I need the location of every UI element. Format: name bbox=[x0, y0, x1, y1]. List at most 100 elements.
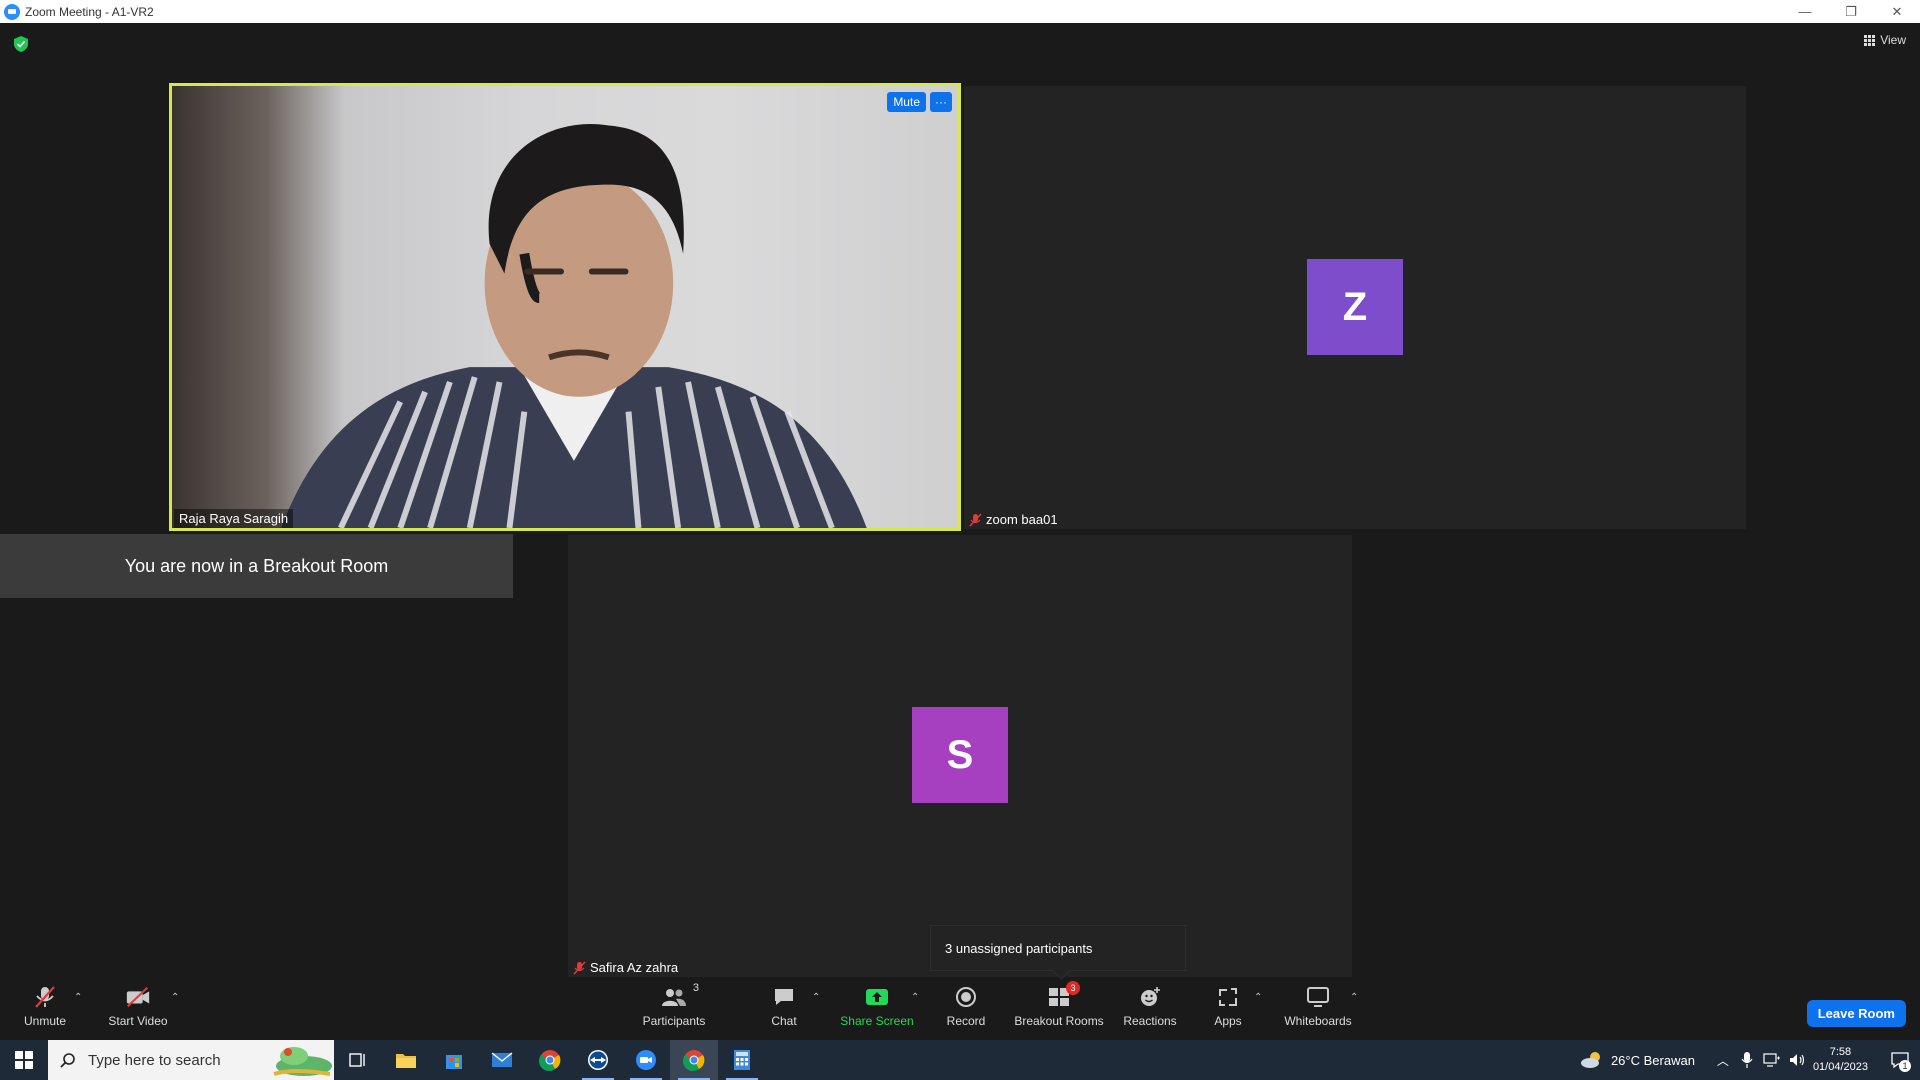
share-screen-button[interactable]: Share Screen bbox=[838, 984, 916, 1036]
more-options-button[interactable]: ··· bbox=[930, 92, 952, 112]
search-highlight-frog-icon bbox=[273, 1047, 332, 1076]
start-video-button[interactable]: Start Video bbox=[104, 984, 172, 1036]
windows-taskbar: Type here to search 26°C Berawan ︿ 7:58 … bbox=[0, 1040, 1920, 1080]
restore-button[interactable]: ❐ bbox=[1828, 0, 1874, 23]
unmute-label: Unmute bbox=[23, 1014, 67, 1028]
chrome-icon bbox=[539, 1050, 561, 1071]
breakout-room-banner: You are now in a Breakout Room bbox=[0, 534, 513, 598]
zoom-app[interactable] bbox=[622, 1040, 670, 1080]
whiteboards-button[interactable]: Whiteboards bbox=[1282, 984, 1354, 1036]
chrome-app-active[interactable] bbox=[670, 1040, 718, 1080]
video-tile-zoom-baa01[interactable]: Z zoom baa01 bbox=[964, 86, 1746, 529]
participants-icon: 3 bbox=[661, 982, 699, 1010]
weather-text[interactable]: 26°C Berawan bbox=[1611, 1053, 1695, 1068]
record-icon bbox=[953, 984, 979, 1010]
show-hidden-icons-chevron-icon[interactable]: ︿ bbox=[1717, 1052, 1729, 1069]
teamviewer-app[interactable] bbox=[574, 1040, 622, 1080]
audio-options-caret[interactable]: ⌃ bbox=[74, 992, 82, 1003]
apps-label: Apps bbox=[1214, 1014, 1242, 1028]
start-video-label: Start Video bbox=[108, 1014, 168, 1028]
store-bag-icon bbox=[446, 1055, 462, 1069]
video-options-caret[interactable]: ⌃ bbox=[171, 992, 179, 1003]
mail-app[interactable] bbox=[478, 1040, 526, 1080]
video-tile-safira[interactable]: S Safira Az zahra bbox=[568, 535, 1352, 977]
video-off-icon bbox=[125, 984, 151, 1010]
window-titlebar: Zoom Meeting - A1-VR2 — ❐ ✕ bbox=[0, 0, 1920, 23]
participants-label: Participants bbox=[642, 1014, 706, 1028]
file-explorer-app[interactable] bbox=[382, 1040, 430, 1080]
calculator-app[interactable] bbox=[718, 1040, 766, 1080]
reactions-label: Reactions bbox=[1123, 1014, 1177, 1028]
share-options-caret[interactable]: ⌃ bbox=[911, 992, 919, 1003]
chat-button[interactable]: Chat bbox=[764, 984, 804, 1036]
chat-options-caret[interactable]: ⌃ bbox=[812, 992, 820, 1003]
chrome-app[interactable] bbox=[526, 1040, 574, 1080]
participants-count: 3 bbox=[692, 982, 699, 994]
breakout-rooms-label: Breakout Rooms bbox=[1014, 1014, 1104, 1028]
taskbar-search[interactable]: Type here to search bbox=[48, 1040, 334, 1080]
weather-cloudy-icon[interactable] bbox=[1579, 1050, 1605, 1070]
taskbar-clock[interactable]: 7:58 01/04/2023 bbox=[1813, 1045, 1868, 1075]
chat-label: Chat bbox=[771, 1014, 797, 1028]
zoom-logo-icon bbox=[4, 3, 20, 20]
reactions-button[interactable]: Reactions bbox=[1120, 984, 1180, 1036]
mic-muted-icon bbox=[969, 512, 982, 527]
share-screen-icon bbox=[864, 984, 890, 1010]
apps-icon bbox=[1215, 984, 1241, 1010]
teamviewer-icon bbox=[588, 1050, 608, 1070]
folder-icon bbox=[396, 1054, 416, 1068]
window-controls: — ❐ ✕ bbox=[1782, 0, 1920, 23]
close-button[interactable]: ✕ bbox=[1874, 0, 1920, 23]
participant-name-raja: Raja Raya Saragih bbox=[174, 509, 294, 528]
volume-icon[interactable] bbox=[1789, 1052, 1807, 1068]
avatar-safira: S bbox=[912, 707, 1008, 803]
mic-muted-icon bbox=[32, 984, 58, 1010]
unassigned-participants-popover[interactable]: 3 unassigned participants bbox=[930, 925, 1186, 971]
network-icon[interactable] bbox=[1763, 1052, 1781, 1068]
participant-name-label: Raja Raya Saragih bbox=[179, 511, 289, 526]
participants-button[interactable]: 3 Participants bbox=[640, 982, 708, 1036]
whiteboards-label: Whiteboards bbox=[1284, 1014, 1352, 1028]
start-button[interactable] bbox=[0, 1040, 48, 1080]
whiteboards-options-caret[interactable]: ⌃ bbox=[1350, 992, 1358, 1003]
participant-name-label: Safira Az zahra bbox=[590, 960, 679, 975]
apps-button[interactable]: Apps bbox=[1208, 984, 1248, 1036]
mute-participant-button[interactable]: Mute bbox=[887, 92, 926, 112]
record-button[interactable]: Record bbox=[942, 984, 990, 1036]
task-view-button[interactable] bbox=[334, 1040, 382, 1080]
encryption-shield-icon[interactable] bbox=[14, 36, 28, 52]
unmute-button[interactable]: Unmute bbox=[18, 984, 72, 1036]
task-view-icon bbox=[349, 1053, 365, 1067]
minimize-button[interactable]: — bbox=[1782, 0, 1828, 23]
mic-muted-icon bbox=[573, 960, 586, 975]
meeting-area: View Mute ··· Raja Raya Saragih Z zoom b… bbox=[0, 23, 1920, 980]
clock-date: 01/04/2023 bbox=[1812, 1061, 1868, 1073]
action-center-button[interactable]: 1 bbox=[1880, 1040, 1920, 1080]
view-button[interactable]: View bbox=[1864, 33, 1906, 47]
breakout-rooms-button[interactable]: 3 Breakout Rooms bbox=[1012, 981, 1106, 1036]
grid-icon bbox=[1864, 34, 1876, 46]
meeting-toolbar: Unmute ⌃ Start Video ⌃ 3 Participants Ch… bbox=[0, 980, 1920, 1040]
participant-name-safira: Safira Az zahra bbox=[568, 958, 683, 977]
chrome-icon bbox=[683, 1050, 705, 1071]
system-tray: 26°C Berawan ︿ 7:58 01/04/2023 1 bbox=[1579, 1040, 1920, 1080]
participant-video bbox=[281, 123, 867, 528]
search-placeholder: Type here to search bbox=[88, 1051, 221, 1069]
breakout-rooms-icon: 3 bbox=[1046, 981, 1080, 1010]
store-app[interactable] bbox=[430, 1040, 478, 1080]
record-label: Record bbox=[946, 1014, 986, 1028]
calculator-icon bbox=[734, 1050, 750, 1070]
breakout-rooms-badge: 3 bbox=[1066, 981, 1080, 995]
reactions-smiley-icon bbox=[1137, 984, 1163, 1010]
participant-name-zoom-baa01: zoom baa01 bbox=[964, 510, 1063, 529]
leave-room-button[interactable]: Leave Room bbox=[1806, 1000, 1906, 1027]
apps-options-caret[interactable]: ⌃ bbox=[1254, 992, 1262, 1003]
avatar-zoom-baa01: Z bbox=[1307, 259, 1403, 355]
zoom-app-icon bbox=[636, 1050, 656, 1070]
notification-count: 1 bbox=[1899, 1060, 1911, 1072]
video-tile-raja[interactable]: Mute ··· Raja Raya Saragih bbox=[169, 83, 961, 531]
mail-icon bbox=[491, 1052, 513, 1067]
chat-icon bbox=[771, 984, 797, 1010]
windows-logo-icon bbox=[15, 1051, 33, 1069]
microphone-icon[interactable] bbox=[1741, 1051, 1753, 1069]
